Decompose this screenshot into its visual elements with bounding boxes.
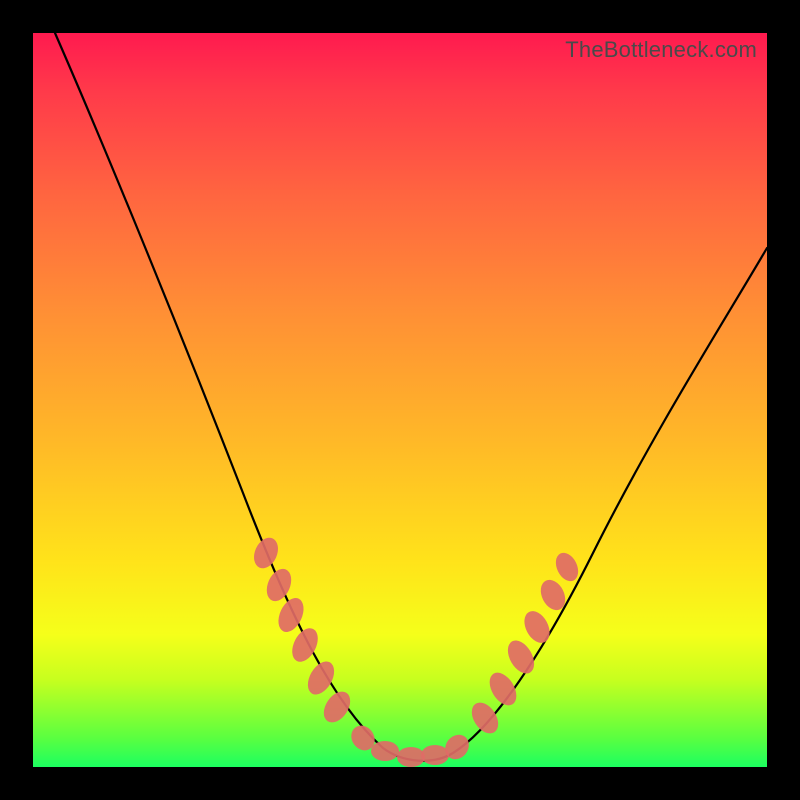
chart-svg: [33, 33, 767, 767]
outer-frame: TheBottleneck.com: [0, 0, 800, 800]
bottleneck-curve: [55, 33, 767, 761]
plot-area: TheBottleneck.com: [33, 33, 767, 767]
valley-cluster: [347, 721, 474, 767]
right-ascent-cluster: [466, 549, 582, 738]
